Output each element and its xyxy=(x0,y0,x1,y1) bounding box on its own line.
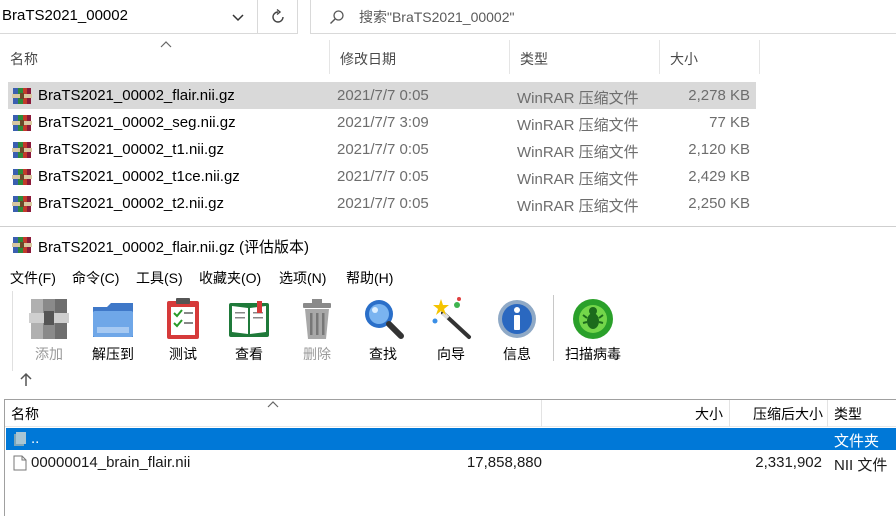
file-size: 2,250 KB xyxy=(688,195,750,212)
archive-row-parent[interactable]: .. 文件夹 xyxy=(6,428,896,450)
column-header-size[interactable]: 大小 xyxy=(542,400,730,427)
refresh-button[interactable] xyxy=(258,0,298,34)
refresh-icon xyxy=(272,8,284,23)
folder-up-icon xyxy=(14,432,26,446)
menu-file[interactable]: 文件(F) xyxy=(10,268,56,288)
column-header-packed[interactable]: 压缩后大小 xyxy=(730,400,828,427)
file-row[interactable]: BraTS2021_00002_t2.nii.gz 2021/7/7 0:05 … xyxy=(8,190,756,217)
toolbar-separator xyxy=(553,295,554,361)
file-type: WinRAR 压缩文件 xyxy=(517,90,639,107)
winrar-title-bar: BraTS2021_00002_flair.nii.gz (评估版本) xyxy=(0,227,896,263)
file-date: 2021/7/7 0:05 xyxy=(337,141,429,158)
explorer-address-bar: BraTS2021_00002 xyxy=(0,0,896,34)
toolbar: 添加 解压到 测试 查看 删除 查找 向导 信息 扫描病毒 xyxy=(12,291,896,371)
file-name: BraTS2021_00002_t1ce.nii.gz xyxy=(38,168,240,185)
file-date: 2021/7/7 3:09 xyxy=(337,114,429,131)
book-icon xyxy=(229,301,269,337)
info-icon xyxy=(498,300,536,338)
virus-scan-button[interactable]: 扫描病毒 xyxy=(561,293,621,365)
trash-icon xyxy=(303,299,331,339)
info-button[interactable]: 信息 xyxy=(485,293,545,365)
file-date: 2021/7/7 0:05 xyxy=(337,87,429,104)
file-size: 2,120 KB xyxy=(688,141,750,158)
winrar-archive-icon xyxy=(12,142,32,158)
column-header-size[interactable]: 大小 xyxy=(660,40,760,74)
winrar-archive-icon xyxy=(12,196,32,212)
file-date: 2021/7/7 0:05 xyxy=(337,195,429,212)
file-name: BraTS2021_00002_flair.nii.gz xyxy=(38,87,235,104)
menu-tools[interactable]: 工具(S) xyxy=(136,268,183,288)
test-button[interactable]: 测试 xyxy=(151,293,211,365)
file-name: BraTS2021_00002_t1.nii.gz xyxy=(38,141,224,158)
column-header-type[interactable]: 类型 xyxy=(510,40,660,74)
add-archive-icon xyxy=(29,299,69,339)
folder-icon xyxy=(93,303,133,337)
extract-to-button[interactable]: 解压到 xyxy=(81,293,141,365)
find-button[interactable]: 查找 xyxy=(351,293,411,365)
arrow-up-icon[interactable] xyxy=(18,372,34,388)
add-button[interactable]: 添加 xyxy=(17,293,77,365)
menu-help[interactable]: 帮助(H) xyxy=(346,268,393,288)
file-row[interactable]: BraTS2021_00002_t1ce.nii.gz 2021/7/7 0:0… xyxy=(8,163,756,190)
file-type: WinRAR 压缩文件 xyxy=(517,171,639,188)
search-input[interactable] xyxy=(359,6,859,28)
menu-commands[interactable]: 命令(C) xyxy=(72,268,119,288)
sort-ascending-icon xyxy=(267,401,279,408)
file-name: BraTS2021_00002_t2.nii.gz xyxy=(38,195,224,212)
winrar-archive-icon xyxy=(12,88,32,104)
file-type: WinRAR 压缩文件 xyxy=(517,198,639,215)
file-type: WinRAR 压缩文件 xyxy=(517,117,639,134)
file-row[interactable]: BraTS2021_00002_t1.nii.gz 2021/7/7 0:05 … xyxy=(8,136,756,163)
winrar-app-icon xyxy=(12,237,32,253)
menu-bar: 文件(F) 命令(C) 工具(S) 收藏夹(O) 选项(N) 帮助(H) xyxy=(0,264,896,290)
file-name: BraTS2021_00002_seg.nii.gz xyxy=(38,114,236,131)
column-header-type[interactable]: 类型 xyxy=(828,400,896,427)
window-title: BraTS2021_00002_flair.nii.gz (评估版本) xyxy=(38,239,309,256)
clipboard-check-icon xyxy=(167,298,199,339)
chevron-down-icon[interactable] xyxy=(230,9,246,25)
file-icon xyxy=(13,455,27,471)
magic-wand-icon xyxy=(432,297,471,339)
path-field[interactable]: BraTS2021_00002 xyxy=(0,0,258,34)
archive-row-file[interactable]: 00000014_brain_flair.nii 17,858,880 2,33… xyxy=(6,452,896,474)
search-box[interactable] xyxy=(310,0,896,34)
menu-options[interactable]: 选项(N) xyxy=(279,268,326,288)
winrar-archive-icon xyxy=(12,169,32,185)
winrar-archive-icon xyxy=(12,115,32,131)
menu-favorites[interactable]: 收藏夹(O) xyxy=(199,268,261,288)
search-icon xyxy=(330,10,344,24)
file-size: 2,278 KB xyxy=(688,87,750,104)
file-type: WinRAR 压缩文件 xyxy=(517,144,639,161)
file-row[interactable]: BraTS2021_00002_seg.nii.gz 2021/7/7 3:09… xyxy=(8,109,756,136)
delete-button[interactable]: 删除 xyxy=(285,293,345,365)
winrar-window: BraTS2021_00002_flair.nii.gz (评估版本) 文件(F… xyxy=(0,226,896,516)
virus-scan-icon xyxy=(573,299,613,339)
path-text: BraTS2021_00002 xyxy=(2,7,128,24)
file-row[interactable]: BraTS2021_00002_flair.nii.gz 2021/7/7 0:… xyxy=(8,82,756,109)
wizard-button[interactable]: 向导 xyxy=(419,293,479,365)
file-date: 2021/7/7 0:05 xyxy=(337,168,429,185)
column-header-name[interactable]: 名称 xyxy=(0,40,330,74)
file-size: 2,429 KB xyxy=(688,168,750,185)
explorer-column-headers: 名称 修改日期 类型 大小 xyxy=(0,40,760,74)
file-size: 77 KB xyxy=(709,114,750,131)
archive-column-headers: 名称 大小 压缩后大小 类型 xyxy=(5,400,896,427)
archive-file-list: 名称 大小 压缩后大小 类型 .. 文件夹 00000014_brain_fla… xyxy=(4,399,896,516)
view-button[interactable]: 查看 xyxy=(217,293,277,365)
magnifier-icon xyxy=(365,300,404,339)
explorer-file-list: BraTS2021_00002_flair.nii.gz 2021/7/7 0:… xyxy=(8,82,756,217)
column-header-date[interactable]: 修改日期 xyxy=(330,40,510,74)
